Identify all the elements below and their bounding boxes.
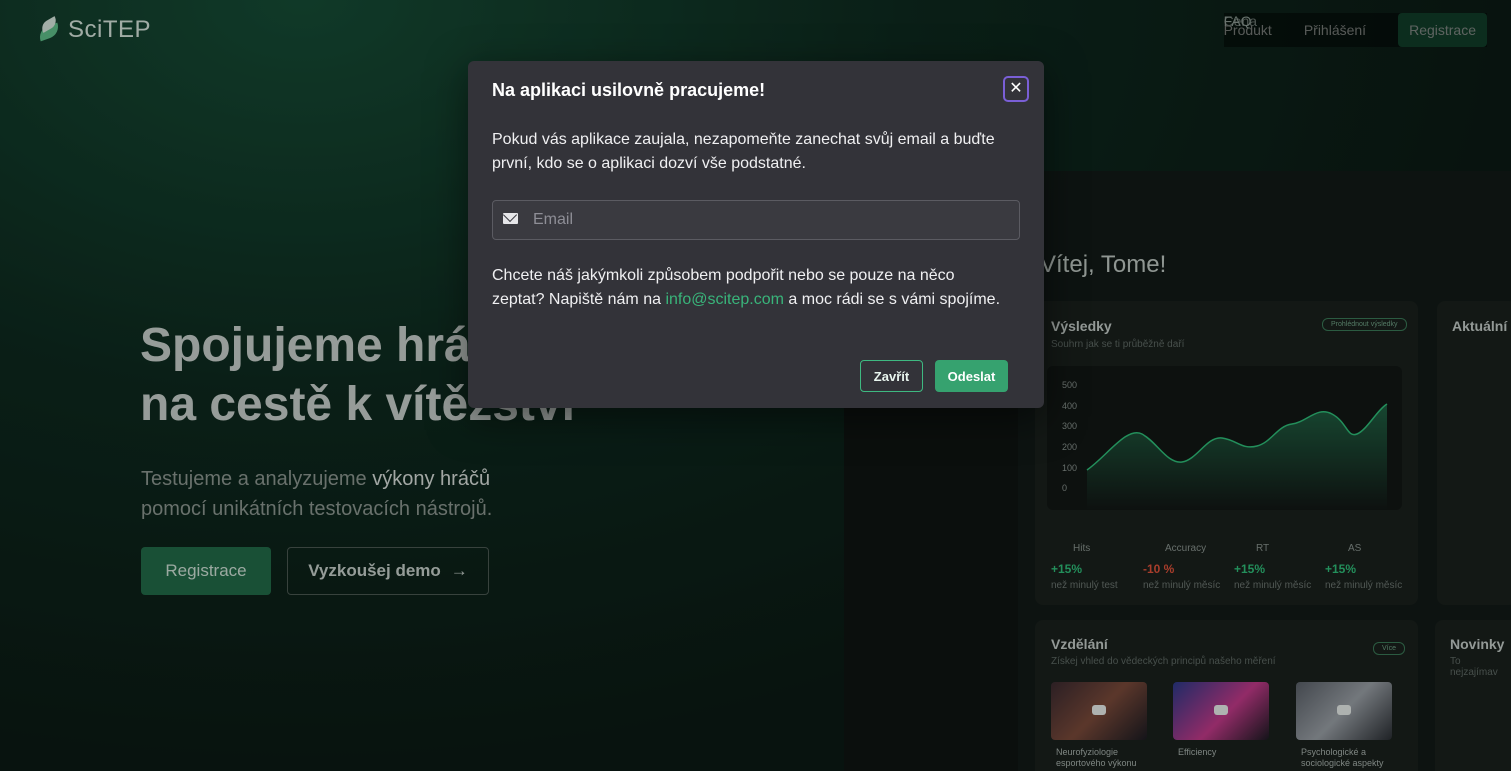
close-icon[interactable]: ✕ (1003, 76, 1029, 102)
contact-email-link[interactable]: info@scitep.com (665, 291, 784, 308)
send-button[interactable]: Odeslat (935, 360, 1008, 392)
modal-title: Na aplikaci usilovně pracujeme! (492, 80, 766, 100)
email-input[interactable] (533, 201, 1013, 239)
waitlist-modal: Na aplikaci usilovně pracujeme! ✕ Pokud … (468, 61, 1044, 408)
email-field[interactable] (492, 200, 1020, 240)
contact-text-after: a moc rádi se s vámi spojíme. (783, 291, 1001, 308)
modal-contact-text: Chcete náš jakýmkoli způsobem podpořit n… (492, 264, 1002, 312)
mail-icon (503, 213, 518, 224)
modal-description: Pokud vás aplikace zaujala, nezapomeňte … (492, 131, 995, 172)
close-button[interactable]: Zavřít (860, 360, 923, 392)
